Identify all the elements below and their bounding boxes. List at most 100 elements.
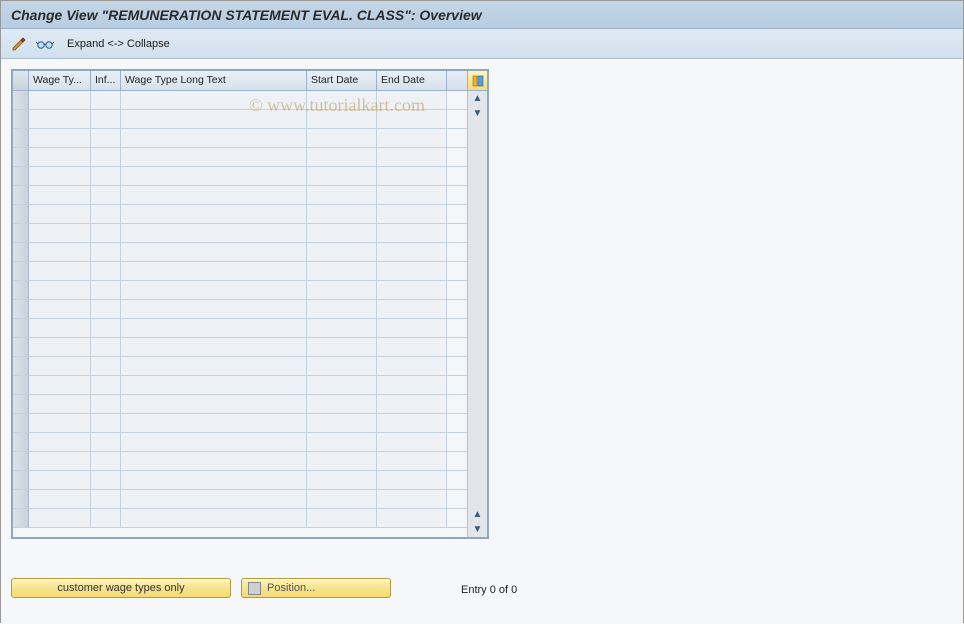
cell-wage-type[interactable] xyxy=(29,148,91,166)
table-row[interactable] xyxy=(13,490,487,509)
table-settings-icon[interactable] xyxy=(467,71,487,91)
cell-end-date[interactable] xyxy=(377,357,447,375)
cell-inf[interactable] xyxy=(91,376,121,394)
row-selector[interactable] xyxy=(13,376,29,394)
cell-long-text[interactable] xyxy=(121,281,307,299)
cell-long-text[interactable] xyxy=(121,490,307,508)
row-selector-header[interactable] xyxy=(13,71,29,90)
row-selector[interactable] xyxy=(13,186,29,204)
cell-start-date[interactable] xyxy=(307,452,377,470)
table-row[interactable] xyxy=(13,129,487,148)
cell-inf[interactable] xyxy=(91,300,121,318)
col-header-inf[interactable]: Inf... xyxy=(91,71,121,90)
cell-wage-type[interactable] xyxy=(29,186,91,204)
cell-long-text[interactable] xyxy=(121,509,307,527)
row-selector[interactable] xyxy=(13,148,29,166)
cell-long-text[interactable] xyxy=(121,300,307,318)
table-row[interactable] xyxy=(13,205,487,224)
col-header-start-date[interactable]: Start Date xyxy=(307,71,377,90)
table-row[interactable] xyxy=(13,243,487,262)
cell-long-text[interactable] xyxy=(121,224,307,242)
row-selector[interactable] xyxy=(13,243,29,261)
cell-long-text[interactable] xyxy=(121,186,307,204)
cell-start-date[interactable] xyxy=(307,110,377,128)
cell-long-text[interactable] xyxy=(121,338,307,356)
position-button[interactable]: Position... xyxy=(241,578,391,598)
cell-end-date[interactable] xyxy=(377,414,447,432)
cell-wage-type[interactable] xyxy=(29,395,91,413)
cell-long-text[interactable] xyxy=(121,471,307,489)
cell-wage-type[interactable] xyxy=(29,471,91,489)
row-selector[interactable] xyxy=(13,300,29,318)
cell-wage-type[interactable] xyxy=(29,319,91,337)
pencil-icon[interactable] xyxy=(9,35,29,53)
cell-inf[interactable] xyxy=(91,357,121,375)
cell-end-date[interactable] xyxy=(377,205,447,223)
table-row[interactable] xyxy=(13,338,487,357)
cell-end-date[interactable] xyxy=(377,91,447,109)
cell-long-text[interactable] xyxy=(121,433,307,451)
cell-end-date[interactable] xyxy=(377,490,447,508)
table-row[interactable] xyxy=(13,433,487,452)
cell-wage-type[interactable] xyxy=(29,224,91,242)
table-row[interactable] xyxy=(13,262,487,281)
col-header-long-text[interactable]: Wage Type Long Text xyxy=(121,71,307,90)
cell-start-date[interactable] xyxy=(307,186,377,204)
cell-start-date[interactable] xyxy=(307,262,377,280)
table-row[interactable] xyxy=(13,91,487,110)
cell-inf[interactable] xyxy=(91,338,121,356)
cell-inf[interactable] xyxy=(91,262,121,280)
cell-long-text[interactable] xyxy=(121,319,307,337)
row-selector[interactable] xyxy=(13,490,29,508)
row-selector[interactable] xyxy=(13,395,29,413)
cell-start-date[interactable] xyxy=(307,148,377,166)
cell-start-date[interactable] xyxy=(307,205,377,223)
col-header-end-date[interactable]: End Date xyxy=(377,71,447,90)
cell-start-date[interactable] xyxy=(307,91,377,109)
cell-start-date[interactable] xyxy=(307,243,377,261)
cell-inf[interactable] xyxy=(91,452,121,470)
col-header-wage-type[interactable]: Wage Ty... xyxy=(29,71,91,90)
cell-wage-type[interactable] xyxy=(29,357,91,375)
cell-start-date[interactable] xyxy=(307,395,377,413)
vertical-scrollbar[interactable]: ▲ ▼ ▲ ▼ xyxy=(467,91,487,537)
cell-wage-type[interactable] xyxy=(29,110,91,128)
table-row[interactable] xyxy=(13,319,487,338)
cell-start-date[interactable] xyxy=(307,490,377,508)
customer-wage-types-button[interactable]: customer wage types only xyxy=(11,578,231,598)
cell-inf[interactable] xyxy=(91,186,121,204)
cell-wage-type[interactable] xyxy=(29,414,91,432)
cell-start-date[interactable] xyxy=(307,471,377,489)
cell-long-text[interactable] xyxy=(121,110,307,128)
row-selector[interactable] xyxy=(13,167,29,185)
table-row[interactable] xyxy=(13,148,487,167)
cell-long-text[interactable] xyxy=(121,395,307,413)
row-selector[interactable] xyxy=(13,281,29,299)
cell-start-date[interactable] xyxy=(307,376,377,394)
cell-wage-type[interactable] xyxy=(29,509,91,527)
expand-collapse-button[interactable]: Expand <-> Collapse xyxy=(61,37,176,51)
cell-wage-type[interactable] xyxy=(29,433,91,451)
table-row[interactable] xyxy=(13,414,487,433)
table-row[interactable] xyxy=(13,471,487,490)
cell-long-text[interactable] xyxy=(121,262,307,280)
cell-end-date[interactable] xyxy=(377,338,447,356)
cell-inf[interactable] xyxy=(91,414,121,432)
row-selector[interactable] xyxy=(13,471,29,489)
cell-end-date[interactable] xyxy=(377,395,447,413)
table-row[interactable] xyxy=(13,452,487,471)
cell-inf[interactable] xyxy=(91,395,121,413)
cell-start-date[interactable] xyxy=(307,338,377,356)
cell-wage-type[interactable] xyxy=(29,338,91,356)
row-selector[interactable] xyxy=(13,357,29,375)
cell-inf[interactable] xyxy=(91,205,121,223)
cell-wage-type[interactable] xyxy=(29,376,91,394)
cell-wage-type[interactable] xyxy=(29,205,91,223)
cell-long-text[interactable] xyxy=(121,357,307,375)
row-selector[interactable] xyxy=(13,205,29,223)
cell-wage-type[interactable] xyxy=(29,243,91,261)
cell-wage-type[interactable] xyxy=(29,167,91,185)
cell-end-date[interactable] xyxy=(377,110,447,128)
cell-start-date[interactable] xyxy=(307,433,377,451)
cell-start-date[interactable] xyxy=(307,167,377,185)
